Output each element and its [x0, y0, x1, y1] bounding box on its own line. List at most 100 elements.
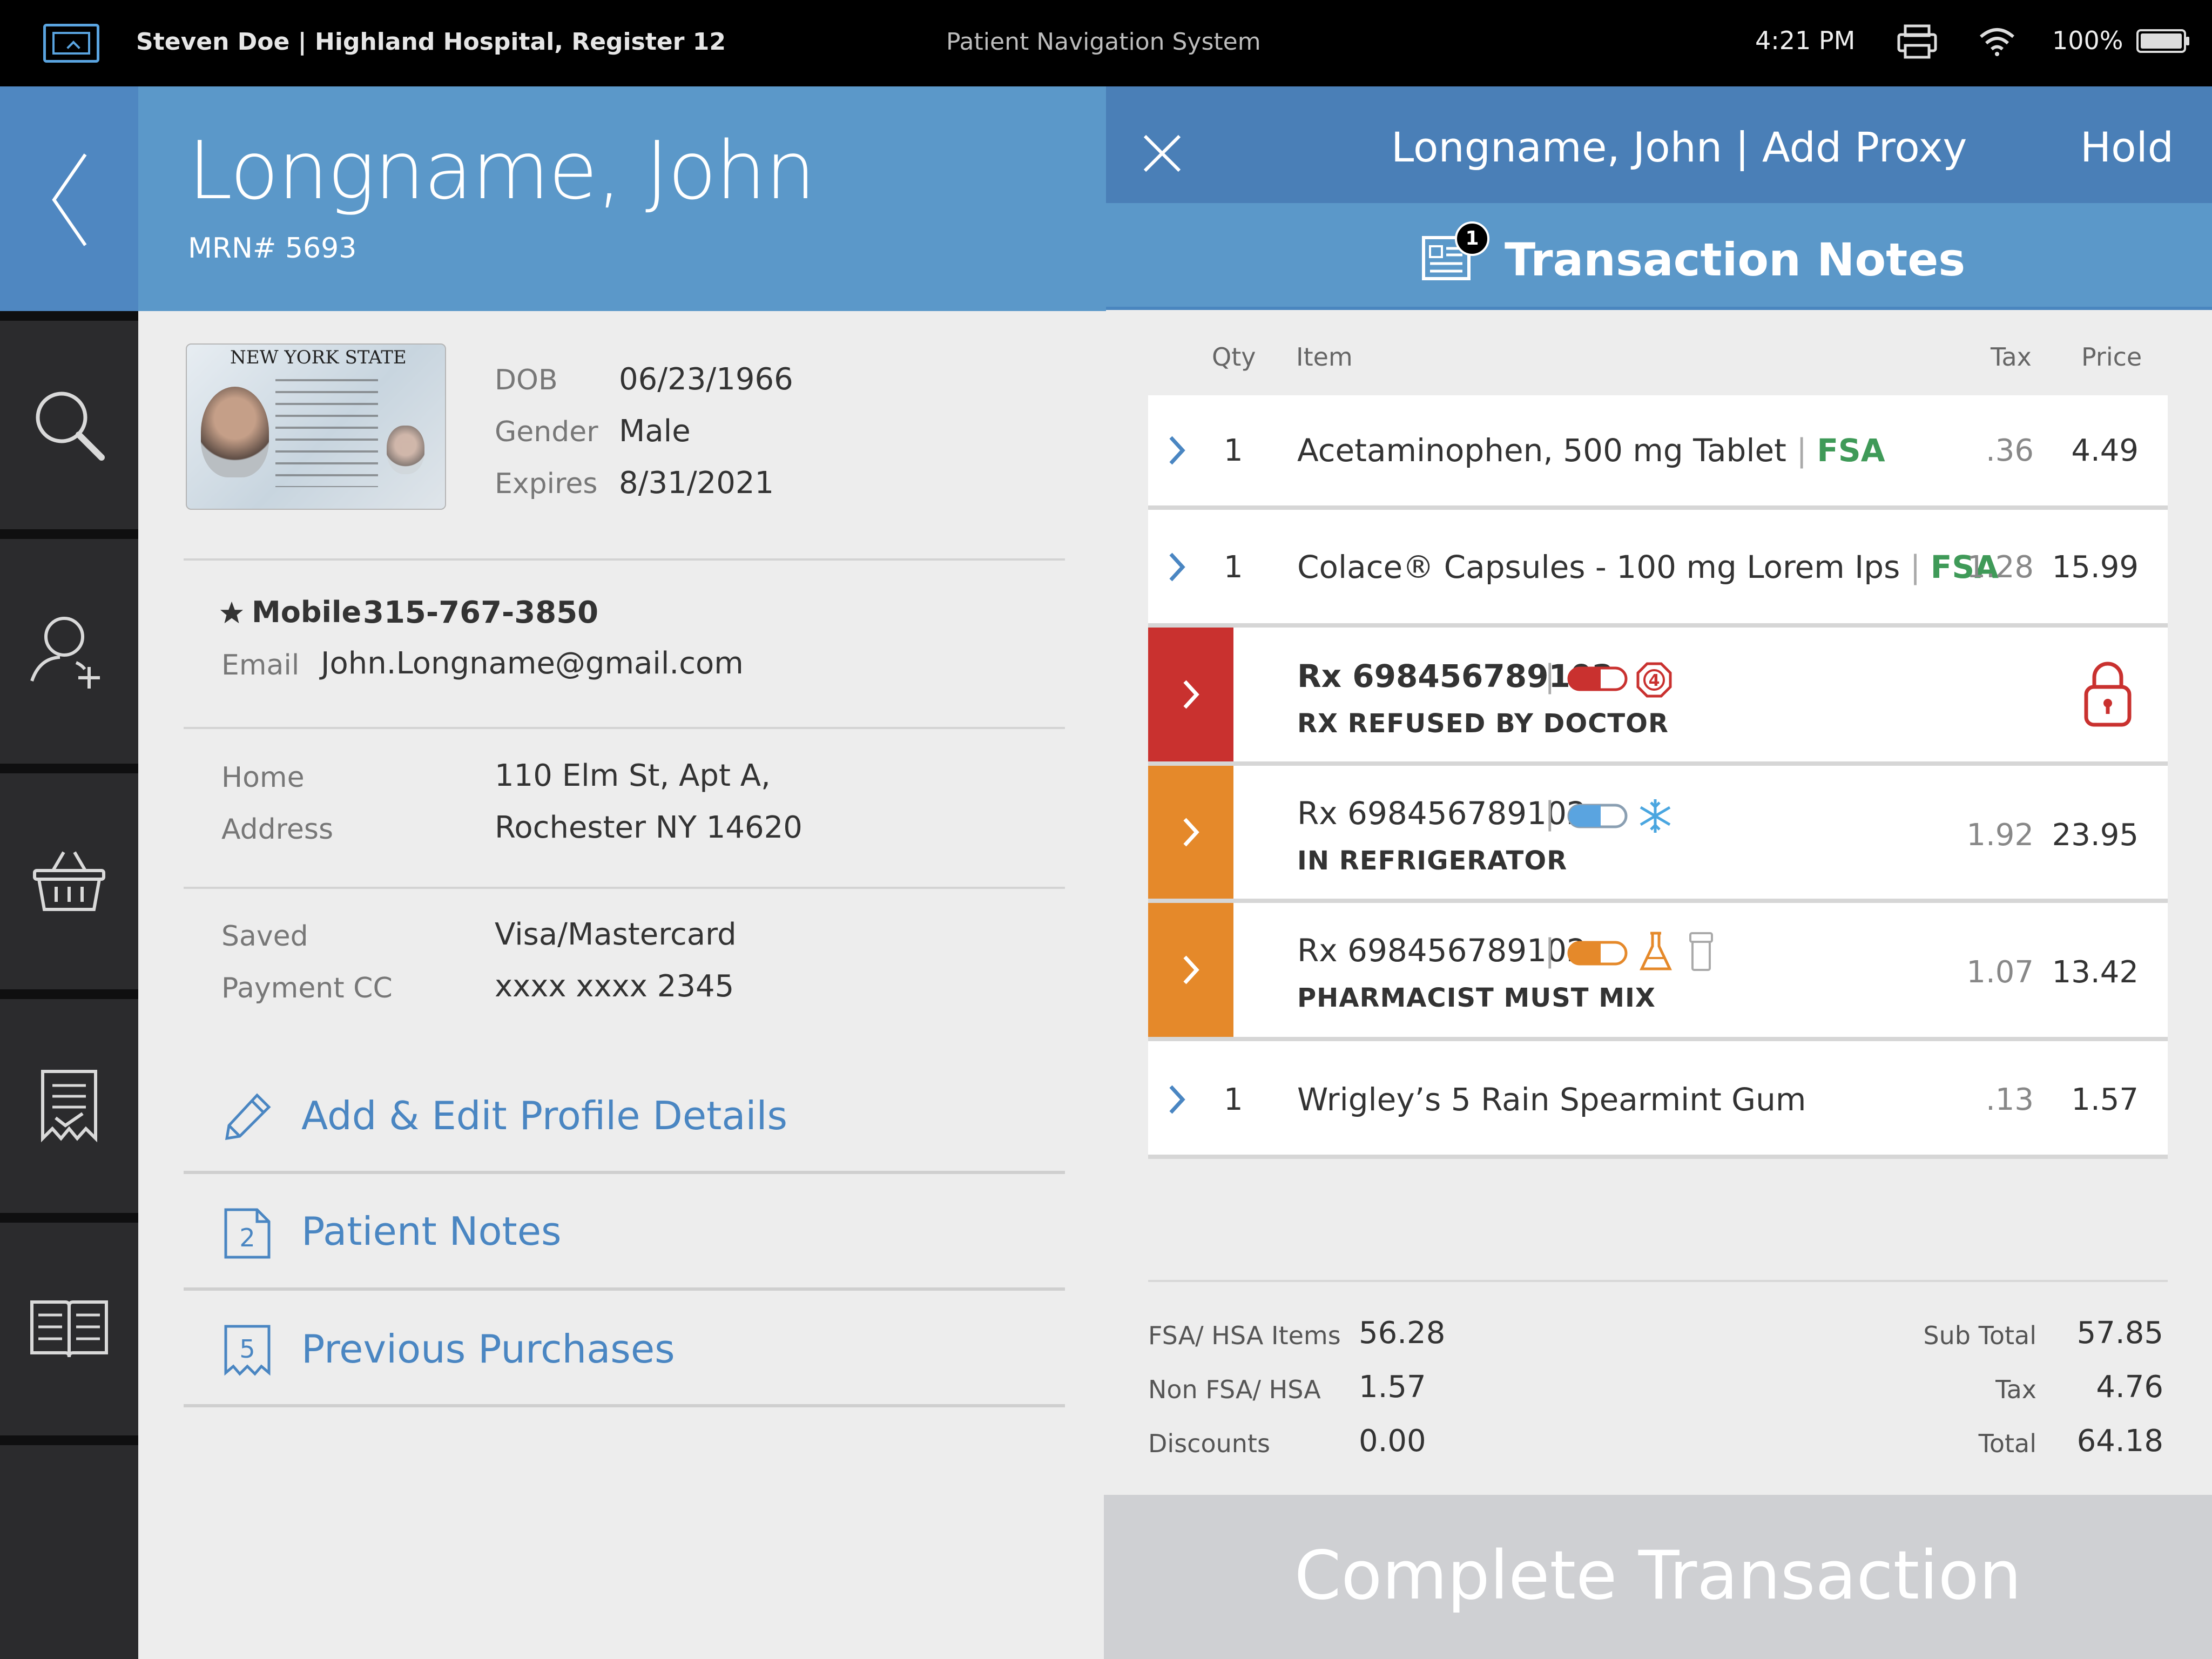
email-label: Email: [221, 649, 300, 682]
rx-number: Rx 698456789102: [1297, 795, 1587, 832]
address-line-2: Rochester NY 14620: [495, 810, 802, 845]
flask-icon: [1640, 932, 1672, 970]
nav-library[interactable]: [0, 1213, 138, 1435]
lock-icon[interactable]: [2083, 659, 2132, 728]
grand-total-label: Total: [1978, 1429, 2036, 1458]
divider: [1148, 1280, 2168, 1282]
item-price: 1.57: [2071, 1082, 2139, 1117]
item-price: 4.49: [2071, 433, 2139, 468]
previous-purchases-link[interactable]: Previous Purchases: [301, 1326, 675, 1372]
printer-icon[interactable]: [1897, 24, 1938, 59]
dob-value: 06/23/1966: [619, 362, 793, 397]
rx-status: PHARMACIST MUST MIX: [1297, 983, 1656, 1013]
line-item-row[interactable]: 1 Acetaminophen, 500 mg Tablet | FSA .36…: [1148, 395, 2168, 510]
nav-basket[interactable]: [0, 764, 138, 989]
item-column-header: Item: [1296, 342, 1353, 372]
item-qty: 1: [1224, 433, 1243, 468]
license-state: NEW YORK STATE: [230, 347, 407, 368]
nav-empty: [0, 1435, 138, 1659]
app-switcher-icon[interactable]: [43, 24, 99, 63]
discounts-label: Discounts: [1148, 1429, 1270, 1458]
patient-notes-count: 2: [239, 1223, 255, 1252]
address-line-1: 110 Elm St, Apt A,: [495, 758, 771, 793]
patient-mrn: MRN# 5693: [188, 232, 357, 265]
item-tax: 1.07: [1966, 955, 2034, 990]
divider: [184, 887, 1065, 889]
add-person-icon: [30, 617, 100, 689]
item-price: 15.99: [2052, 550, 2139, 585]
tax-total-label: Tax: [1995, 1375, 2036, 1404]
pill-icon: [1567, 666, 1628, 691]
battery-icon: [2136, 29, 2189, 53]
close-icon[interactable]: [1139, 131, 1185, 176]
rx-row-refrigerator[interactable]: Rx 698456789102 | IN REFRIGERATOR 1.92 2…: [1148, 766, 2168, 903]
non-fsa-total-value: 1.57: [1359, 1370, 1426, 1405]
gender-label: Gender: [495, 416, 598, 448]
notes-count-badge: 1: [1455, 221, 1489, 256]
drivers-license-image[interactable]: NEW YORK STATE: [186, 343, 446, 510]
rx-status-tab[interactable]: [1148, 903, 1233, 1037]
chevron-right-icon: [1183, 818, 1199, 847]
nav-receipts[interactable]: [0, 989, 138, 1213]
item-tax: 1.92: [1966, 818, 2034, 853]
pill-bottle-icon: [1689, 932, 1713, 971]
patient-name: Longname, John: [188, 124, 816, 217]
grand-total-value: 64.18: [2076, 1424, 2163, 1459]
receipt-icon: [41, 1070, 97, 1143]
chevron-right-icon[interactable]: [1166, 551, 1188, 583]
chevron-right-icon: [1183, 955, 1199, 984]
mobile-value[interactable]: 315-767-3850: [363, 595, 598, 630]
tax-total-value: 4.76: [2096, 1370, 2163, 1405]
previous-purchases-count: 5: [239, 1334, 255, 1364]
tax-column-header: Tax: [1991, 342, 2032, 372]
line-item-row[interactable]: 1 Colace® Capsules - 100 mg Lorem Ips | …: [1148, 510, 2168, 628]
subtotal-value: 57.85: [2076, 1316, 2163, 1351]
pill-icon: [1567, 804, 1628, 828]
item-name-wrap: Colace® Capsules - 100 mg Lorem Ips | FS…: [1297, 549, 1999, 585]
separator: |: [1545, 932, 1555, 969]
transaction-notes-label[interactable]: Transaction Notes: [1505, 233, 1965, 286]
item-price: 13.42: [2052, 955, 2139, 990]
system-name: Patient Navigation System: [946, 28, 1261, 56]
rx-number: Rx 698456789102: [1297, 658, 1614, 694]
hold-button[interactable]: Hold: [2080, 123, 2174, 171]
transaction-title[interactable]: Longname, John | Add Proxy: [1391, 123, 1967, 171]
rx-row-refused[interactable]: Rx 698456789102 | 4 RX REFUSED BY DOCTOR: [1148, 628, 2168, 766]
separator: |: [1545, 658, 1555, 694]
edit-profile-link[interactable]: Add & Edit Profile Details: [301, 1093, 787, 1138]
address-label: Home: [221, 761, 305, 794]
chevron-right-icon[interactable]: [1166, 1083, 1188, 1116]
controlled-schedule: 4: [1649, 671, 1660, 690]
rx-status: RX REFUSED BY DOCTOR: [1297, 709, 1669, 739]
fsa-total-label: FSA/ HSA Items: [1148, 1321, 1341, 1350]
search-icon: [36, 392, 105, 461]
pill-icon: [1567, 941, 1628, 966]
back-button[interactable]: [0, 86, 138, 311]
rx-status: IN REFRIGERATOR: [1297, 846, 1568, 876]
chevron-right-icon[interactable]: [1166, 434, 1188, 467]
user-info: Steven Doe | Highland Hospital, Register…: [136, 28, 726, 56]
back-chevron-icon: [52, 153, 87, 246]
nav-add-patient[interactable]: [0, 529, 138, 764]
document-icon: 2: [224, 1208, 271, 1259]
email-value[interactable]: John.Longname@gmail.com: [321, 646, 744, 681]
snowflake-icon: [1640, 799, 1671, 833]
complete-transaction-button[interactable]: Complete Transaction: [1104, 1495, 2212, 1659]
item-price: 23.95: [2052, 818, 2139, 853]
mobile-label: Mobile: [252, 595, 362, 629]
item-tax: .13: [1985, 1082, 2034, 1117]
line-item-row[interactable]: 1 Wrigley’s 5 Rain Spearmint Gum .13 1.5…: [1148, 1041, 2168, 1159]
receipt-count-icon: 5: [224, 1325, 271, 1376]
nav-search[interactable]: [0, 311, 138, 529]
battery-percent: 100%: [2052, 26, 2123, 55]
separator: |: [1545, 795, 1555, 832]
basket-icon: [33, 851, 105, 911]
rx-status-tab[interactable]: [1148, 766, 1233, 899]
item-name: Acetaminophen, 500 mg Tablet: [1297, 432, 1786, 469]
rx-row-mix[interactable]: Rx 698456789102 | PHARMACIST MUST MIX 1.…: [1148, 903, 2168, 1041]
chevron-right-icon: [1183, 680, 1199, 709]
rx-status-tab[interactable]: [1148, 628, 1233, 761]
patient-notes-link[interactable]: Patient Notes: [301, 1209, 562, 1254]
non-fsa-total-label: Non FSA/ HSA: [1148, 1375, 1321, 1404]
item-qty: 1: [1224, 1082, 1243, 1117]
